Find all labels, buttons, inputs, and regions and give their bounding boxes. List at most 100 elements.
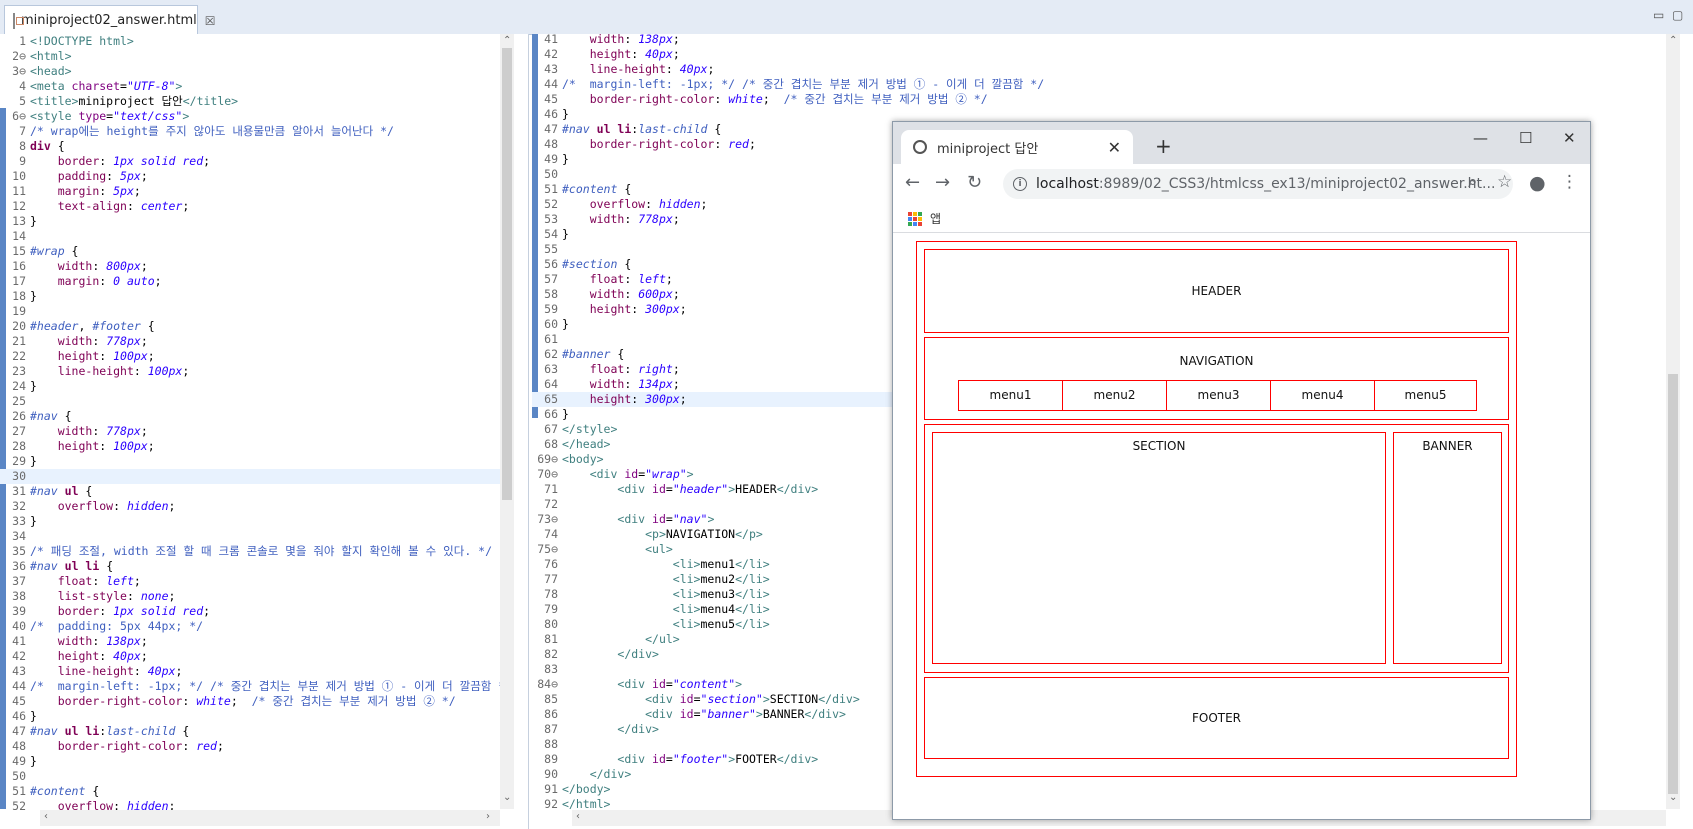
menu-item[interactable]: menu3 (1166, 380, 1271, 411)
code-line[interactable]: 8 div { (0, 139, 512, 154)
close-tab-icon[interactable]: ✕ (1108, 138, 1121, 157)
apps-grid-icon[interactable] (908, 212, 922, 226)
code-line[interactable]: 36 #nav ul li { (0, 559, 512, 574)
scroll-down-icon[interactable]: ⌄ (1669, 792, 1677, 803)
zoom-icon[interactable]: ⌕ (1468, 172, 1478, 192)
code-line[interactable]: 11 margin: 5px; (0, 184, 512, 199)
code-line[interactable]: 32 overflow: hidden; (0, 499, 512, 514)
code-line[interactable]: 41 width: 138px; (532, 34, 1044, 47)
code-line[interactable]: 48 border-right-color: red; (0, 739, 512, 754)
code-line[interactable]: 45 border-right-color: white; /* 중간 겹치는 … (0, 694, 512, 709)
star-icon[interactable]: ☆ (1497, 172, 1512, 192)
code-line[interactable]: 42 height: 40px; (0, 649, 512, 664)
account-icon[interactable]: ● (1529, 172, 1546, 194)
apps-bookmark[interactable]: 앱 (930, 210, 941, 227)
code-line[interactable]: 19 (0, 304, 512, 319)
code-area-left[interactable]: 1 <!DOCTYPE html> 2⊖ <html> 3⊖ <head> 4 <meta c… (0, 34, 513, 814)
scroll-up-icon[interactable]: ⌃ (503, 35, 511, 46)
code-line[interactable]: 9 border: 1px solid red; (0, 154, 512, 169)
menu-item[interactable]: menu5 (1374, 380, 1477, 411)
code-line[interactable]: 7 /* wrap에는 height를 주지 않아도 내용물만큼 알아서 늘어난다… (0, 124, 512, 139)
code-line[interactable]: 4 <meta charset="UTF-8"> (0, 79, 512, 94)
code-line[interactable]: 22 height: 100px; (0, 349, 512, 364)
code-line[interactable]: 31 #nav ul { (0, 484, 512, 499)
menu-dots-icon[interactable]: ⋮ (1561, 172, 1578, 192)
editor-tab[interactable]: miniproject02_answer.html ☒ (4, 5, 216, 35)
code-line[interactable]: 18} (0, 289, 512, 304)
code-line[interactable]: 27 width: 778px; (0, 424, 512, 439)
code-line[interactable]: 34 (0, 529, 512, 544)
code-line[interactable]: 24} (0, 379, 512, 394)
code-line[interactable]: 21 width: 778px; (0, 334, 512, 349)
code-line[interactable]: 14 (0, 229, 512, 244)
code-line[interactable]: 46} (532, 107, 1044, 122)
menu-item[interactable]: menu1 (958, 380, 1063, 411)
code-line[interactable]: 43 line-height: 40px; (532, 62, 1044, 77)
code-line[interactable]: 17 margin: 0 auto; (0, 274, 512, 289)
info-icon[interactable]: i (1013, 177, 1027, 191)
code-line[interactable]: 44 /* margin-left: -1px; */ /* 중간 겹치는 부분 … (532, 77, 1044, 92)
code-line[interactable]: 45 border-right-color: white; /* 중간 겹치는 … (532, 92, 1044, 107)
minimize-icon[interactable]: — (1473, 129, 1488, 147)
code-line[interactable]: 39 border: 1px solid red; (0, 604, 512, 619)
editor-pane-left[interactable]: 1 <!DOCTYPE html> 2⊖ <html> 3⊖ <head> 4 <meta c… (0, 34, 529, 829)
code-line[interactable]: 10 padding: 5px; (0, 169, 512, 184)
reload-icon[interactable]: ↻ (967, 172, 982, 193)
minimize-view-icon[interactable]: ▭ (1653, 8, 1664, 22)
code-line[interactable]: 46} (0, 709, 512, 724)
vertical-scrollbar-left[interactable]: ⌃ ⌄ (500, 34, 514, 809)
code-line[interactable]: 6⊖ <style type="text/css"> (0, 109, 512, 124)
code-line[interactable]: 40 /* padding: 5px 44px; */ (0, 619, 512, 634)
code-line[interactable]: 2⊖ <html> (0, 49, 512, 64)
close-tab-icon[interactable]: ☒ (205, 14, 216, 28)
code-line[interactable]: 41 width: 138px; (0, 634, 512, 649)
code-line[interactable]: 1 <!DOCTYPE html> (0, 34, 512, 49)
scroll-thumb-left[interactable] (502, 48, 512, 500)
code-line[interactable]: 38 list-style: none; (0, 589, 512, 604)
code-line[interactable]: 13} (0, 214, 512, 229)
code-line[interactable]: 51 #content { (0, 784, 512, 799)
code-line[interactable]: 16 width: 800px; (0, 259, 512, 274)
code-line[interactable]: 26 #nav { (0, 409, 512, 424)
code-line[interactable]: 35 /* 패딩 조절, width 조절 할 때 크롬 콘솔로 몇을 줘야 할지… (0, 544, 512, 559)
line-number: 87 (544, 722, 558, 736)
code-line[interactable]: 15 #wrap { (0, 244, 512, 259)
code-line[interactable]: 42 height: 40px; (532, 47, 1044, 62)
code-line[interactable]: 47 #nav ul li:last-child { (0, 724, 512, 739)
code-line[interactable]: 29} (0, 454, 512, 469)
code-line[interactable]: 25 (0, 394, 512, 409)
menu-item[interactable]: menu4 (1270, 380, 1375, 411)
vertical-scrollbar-right[interactable]: ⌃ ⌄ (1666, 34, 1680, 809)
close-window-icon[interactable]: ✕ (1563, 129, 1576, 147)
globe-icon (913, 140, 927, 154)
scroll-right-icon[interactable]: › (486, 811, 490, 822)
address-bar[interactable]: i localhost:8989/02_CSS3/htmlcss_ex13/mi… (1003, 169, 1513, 199)
code-line[interactable]: 44 /* margin-left: -1px; */ /* 중간 겹치는 부분 … (0, 679, 512, 694)
code-line[interactable]: 30 (0, 469, 513, 484)
code-line[interactable]: 5 <title>miniproject 답안</title> (0, 94, 512, 109)
line-number: 52 (12, 799, 26, 813)
maximize-view-icon[interactable]: ▢ (1672, 8, 1683, 22)
forward-icon[interactable]: → (935, 172, 950, 193)
scroll-left-icon[interactable]: ‹ (576, 811, 580, 822)
new-tab-icon[interactable]: + (1155, 134, 1172, 158)
code-line[interactable]: 43 line-height: 40px; (0, 664, 512, 679)
code-line[interactable]: 23 line-height: 100px; (0, 364, 512, 379)
code-line[interactable]: 20 #header, #footer { (0, 319, 512, 334)
menu-item[interactable]: menu2 (1062, 380, 1167, 411)
scroll-up-icon[interactable]: ⌃ (1669, 35, 1677, 46)
browser-tab[interactable]: miniproject 답안 ✕ (901, 130, 1133, 164)
code-line[interactable]: 3⊖ <head> (0, 64, 512, 79)
code-line[interactable]: 49} (0, 754, 512, 769)
code-line[interactable]: 50 (0, 769, 512, 784)
horizontal-scrollbar-left[interactable]: ‹ › (40, 810, 500, 826)
scroll-down-icon[interactable]: ⌄ (503, 792, 511, 803)
code-line[interactable]: 37 float: left; (0, 574, 512, 589)
scroll-thumb-right[interactable] (1668, 374, 1678, 794)
scroll-left-icon[interactable]: ‹ (44, 811, 48, 822)
code-line[interactable]: 33} (0, 514, 512, 529)
maximize-icon[interactable]: ☐ (1519, 129, 1532, 147)
back-icon[interactable]: ← (905, 172, 920, 193)
code-line[interactable]: 28 height: 100px; (0, 439, 512, 454)
code-line[interactable]: 12 text-align: center; (0, 199, 512, 214)
